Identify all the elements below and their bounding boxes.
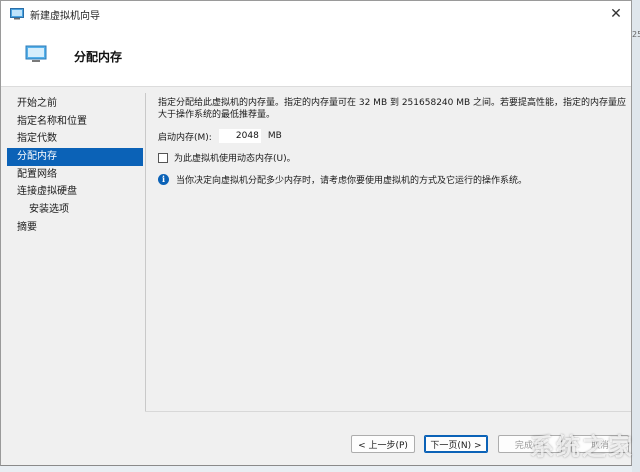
nav-item[interactable]: 安装选项 — [7, 201, 143, 219]
page-header: 分配内存 — [1, 27, 631, 87]
nav-item[interactable]: 指定名称和位置 — [7, 113, 143, 131]
background-window-edge: 25 — [632, 0, 640, 472]
next-button[interactable]: 下一页(N) > — [424, 435, 488, 453]
memory-page-icon — [25, 45, 47, 62]
dynamic-memory-label[interactable]: 为此虚拟机使用动态内存(U)。 — [174, 151, 296, 164]
window-title: 新建虚拟机向导 — [30, 10, 100, 22]
info-text: 当你决定向虚拟机分配多少内存时，请考虑你要使用虚拟机的方式及它运行的操作系统。 — [176, 176, 528, 186]
nav-item[interactable]: 摘要 — [7, 219, 143, 237]
hyper-v-window-icon — [10, 8, 24, 20]
nav-item[interactable]: 指定代数 — [7, 130, 143, 148]
watermark-logo: 系统之家 — [530, 433, 634, 461]
nav-item[interactable]: 开始之前 — [7, 95, 143, 113]
title-bar[interactable]: 新建虚拟机向导 ✕ — [1, 1, 631, 27]
startup-memory-label: 启动内存(M): — [158, 132, 212, 143]
wizard-steps-nav: 开始之前 指定名称和位置 指定代数 分配内存 配置网络 连接虚拟硬盘 安装选项 摘要 — [7, 95, 143, 237]
background-edge-text: 25 — [632, 30, 640, 39]
nav-item[interactable]: 连接虚拟硬盘 — [7, 183, 143, 201]
previous-button[interactable]: < 上一步(P) — [351, 435, 415, 453]
startup-memory-row: 启动内存(M): MB — [158, 129, 282, 143]
info-icon: i — [158, 174, 169, 185]
content-panel: 指定分配给此虚拟机的内存量。指定的内存量可在 32 MB 到 251658240… — [158, 98, 628, 186]
dynamic-memory-row[interactable]: 为此虚拟机使用动态内存(U)。 — [158, 151, 296, 164]
nav-item[interactable]: 配置网络 — [7, 166, 143, 184]
close-icon[interactable]: ✕ — [607, 5, 625, 23]
footer-divider — [145, 411, 631, 412]
memory-unit-label: MB — [267, 131, 282, 141]
info-row: i 当你决定向虚拟机分配多少内存时，请考虑你要使用虚拟机的方式及它运行的操作系统… — [158, 173, 527, 186]
startup-memory-input[interactable] — [218, 129, 261, 143]
nav-item[interactable]: 分配内存 — [7, 148, 143, 166]
nav-divider — [145, 93, 146, 411]
wizard-window: 新建虚拟机向导 ✕ 分配内存 开始之前 指定名称和位置 指定代数 分配内存 配置网络 连接… — [0, 0, 632, 466]
dynamic-memory-checkbox[interactable] — [158, 152, 168, 163]
page-title: 分配内存 — [74, 50, 123, 64]
memory-description: 指定分配给此虚拟机的内存量。指定的内存量可在 32 MB 到 251658240… — [158, 98, 627, 120]
